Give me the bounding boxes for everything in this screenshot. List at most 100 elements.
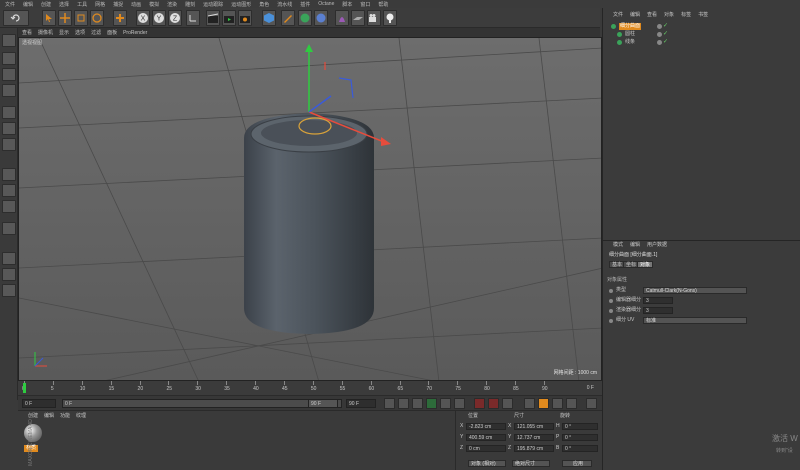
enable-checkmark[interactable]: ✓ — [663, 39, 668, 46]
menu-item[interactable]: 雕刻 — [185, 1, 195, 8]
add-cube-button[interactable] — [262, 10, 276, 26]
attribute-menu-item[interactable]: 用户数据 — [647, 242, 667, 249]
material-menu-item[interactable]: 功能 — [60, 413, 70, 420]
coordinate-system-button[interactable] — [186, 10, 200, 26]
property-dropdown[interactable]: Catmull-Clark(N-Gons) — [643, 287, 747, 294]
coord-mode-dropdown[interactable]: 对象 (相对) — [468, 460, 506, 467]
menu-item[interactable]: 模拟 — [149, 1, 159, 8]
property-keyframe-dot[interactable] — [609, 319, 613, 323]
menu-item[interactable]: 运动跟踪 — [203, 1, 223, 8]
menu-item[interactable]: 选择 — [59, 1, 69, 8]
enable-checkmark[interactable]: ✓ — [663, 31, 668, 38]
add-subdivision-button[interactable] — [298, 10, 312, 26]
viewport-menu-item[interactable]: 面板 — [107, 29, 117, 36]
menu-item[interactable]: 网格 — [95, 1, 105, 8]
undo-button[interactable] — [3, 10, 29, 26]
next-frame-button[interactable] — [440, 398, 451, 409]
menu-item[interactable]: 运动图形 — [231, 1, 251, 8]
size-z-field[interactable]: 195.879 cm — [514, 445, 554, 452]
preview-range-slider[interactable]: 0 F — [62, 399, 342, 408]
edges-mode-button[interactable] — [2, 122, 16, 135]
property-keyframe-dot[interactable] — [609, 299, 613, 303]
prev-key-button[interactable] — [398, 398, 409, 409]
menu-item[interactable]: 角色 — [259, 1, 269, 8]
z-axis-lock-button[interactable]: Z — [168, 10, 182, 26]
visibility-toggle[interactable] — [657, 24, 662, 29]
x-axis-lock-button[interactable]: X — [136, 10, 150, 26]
auto-key-button[interactable] — [488, 398, 499, 409]
scale-tool-button[interactable] — [74, 10, 88, 26]
snap-button[interactable] — [2, 200, 16, 213]
goto-start-button[interactable] — [384, 398, 395, 409]
object-menu-item[interactable]: 书签 — [698, 12, 708, 19]
object-menu-item[interactable]: 对象 — [664, 12, 674, 19]
object-menu-item[interactable]: 查看 — [647, 12, 657, 19]
object-menu-item[interactable]: 文件 — [613, 12, 623, 19]
param-key-button[interactable] — [566, 398, 577, 409]
make-editable-button[interactable] — [2, 34, 16, 47]
viewport-menu-item[interactable]: 查看 — [22, 29, 32, 36]
property-keyframe-dot[interactable] — [609, 309, 613, 313]
render-settings-button[interactable] — [238, 10, 252, 26]
menu-item[interactable]: 编辑 — [23, 1, 33, 8]
prev-frame-button[interactable] — [412, 398, 423, 409]
y-axis-lock-button[interactable]: Y — [152, 10, 166, 26]
playhead[interactable] — [23, 383, 26, 393]
position-x-field[interactable]: -2.823 cm — [466, 423, 506, 430]
menu-item[interactable]: 创建 — [41, 1, 51, 8]
tab-object[interactable]: 对象 — [637, 261, 654, 268]
menu-item[interactable]: 窗口 — [360, 1, 370, 8]
solo-button[interactable] — [2, 222, 16, 235]
select-tool-button[interactable] — [42, 10, 56, 26]
apply-button[interactable]: 应用 — [562, 460, 592, 467]
attribute-menu-item[interactable]: 模式 — [613, 242, 623, 249]
menu-item[interactable]: 文件 — [5, 1, 15, 8]
visibility-toggle[interactable] — [657, 40, 662, 45]
axis-mode-button[interactable] — [2, 168, 16, 181]
render-view-button[interactable] — [206, 10, 220, 26]
size-x-field[interactable]: 121.055 cm — [514, 423, 554, 430]
menu-item[interactable]: 流水线 — [277, 1, 292, 8]
workplane-mode-button[interactable] — [2, 84, 16, 97]
viewport-menu-item[interactable]: ProRender — [123, 30, 147, 36]
keyframe-selection-button[interactable] — [502, 398, 513, 409]
current-frame-field[interactable]: 0 F — [22, 399, 56, 408]
menu-item[interactable]: 动画 — [131, 1, 141, 8]
model-mode-button[interactable] — [2, 52, 16, 65]
end-frame-field[interactable]: 90 F — [346, 399, 376, 408]
play-button[interactable] — [426, 398, 437, 409]
position-z-field[interactable]: 0 cm — [466, 445, 506, 452]
object-row[interactable]: 圆柱 ✓ — [613, 31, 800, 39]
preview-end-field[interactable]: 90 F — [308, 399, 338, 408]
position-y-field[interactable]: 400.59 cm — [466, 434, 506, 441]
material-menu-item[interactable]: 编辑 — [44, 413, 54, 420]
timeline-ruler[interactable]: 051015202530354045505560657075808590 0 F — [18, 381, 602, 395]
visibility-toggle[interactable] — [657, 32, 662, 37]
rotate-tool-button[interactable] — [90, 10, 104, 26]
object-menu-item[interactable]: 编辑 — [630, 12, 640, 19]
menu-item[interactable]: 脚本 — [342, 1, 352, 8]
add-camera-button[interactable] — [367, 10, 381, 26]
viewport-menu-item[interactable]: 摄像机 — [38, 29, 53, 36]
tweak-mode-button[interactable] — [2, 184, 16, 197]
viewport-menu-item[interactable]: 过滤 — [91, 29, 101, 36]
menu-item[interactable]: 插件 — [300, 1, 310, 8]
viewport-menu-item[interactable]: 选项 — [75, 29, 85, 36]
add-pen-button[interactable] — [281, 10, 295, 26]
property-input[interactable]: 3 — [643, 297, 673, 304]
property-keyframe-dot[interactable] — [609, 289, 613, 293]
menu-item[interactable]: Octane — [318, 1, 334, 7]
position-key-button[interactable] — [524, 398, 535, 409]
points-mode-button[interactable] — [2, 106, 16, 119]
texture-mode-button[interactable] — [2, 68, 16, 81]
rotation-key-button[interactable] — [552, 398, 563, 409]
locked-workplane-button[interactable] — [2, 284, 16, 297]
rotation-h-field[interactable]: 0 ° — [562, 423, 598, 430]
rotation-b-field[interactable]: 0 ° — [562, 445, 598, 452]
add-floor-button[interactable] — [351, 10, 365, 26]
enable-checkmark[interactable]: ✓ — [663, 23, 668, 30]
material-menu-item[interactable]: 纹理 — [76, 413, 86, 420]
size-y-field[interactable]: 12.737 cm — [514, 434, 554, 441]
timeline-menu-button[interactable] — [586, 398, 597, 409]
scale-key-button[interactable] — [538, 398, 549, 409]
